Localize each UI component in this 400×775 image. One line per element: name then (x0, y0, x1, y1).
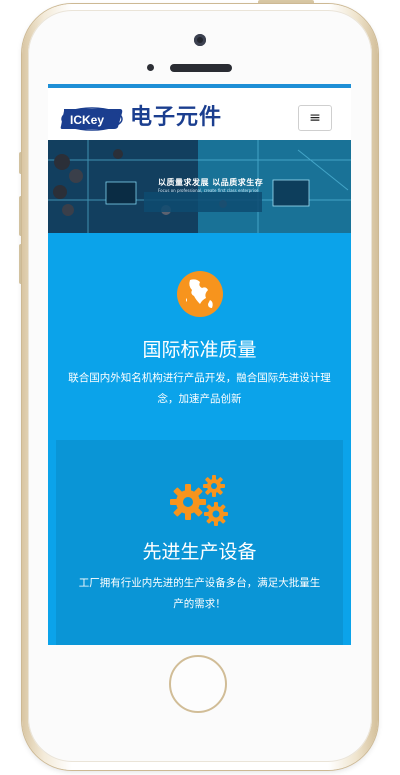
feature-title: 先进生产设备 (142, 541, 257, 563)
logo-icon[interactable]: ICKey (60, 105, 124, 131)
earpiece-speaker (170, 64, 232, 72)
front-camera (194, 34, 206, 46)
site-header: ICKey 电子元件 ≡ (48, 88, 351, 140)
gears-icon (169, 475, 228, 526)
globe-icon (176, 271, 223, 317)
banner-subline: Focus on professional, create first clas… (158, 188, 259, 193)
feature-card-equipment: 先进生产设备 工厂拥有行业内先进的生产设备多台，满足大批量生产的需求！ (56, 440, 343, 645)
phone-screen: ICKey 电子元件 ≡ 以质量求发展 以品质求生存 Focus on prof… (48, 84, 351, 645)
features-section: 国际标准质量 联合国内外知名机构进行产品开发，融合国际先进设计理念，加速产品创新 (48, 233, 351, 645)
feature-title: 国际标准质量 (142, 339, 257, 361)
home-button[interactable] (169, 655, 227, 713)
hamburger-icon: ≡ (309, 110, 321, 126)
feature-description: 工厂拥有行业内先进的生产设备多台，满足大批量生产的需求！ (78, 577, 321, 610)
menu-button[interactable]: ≡ (298, 105, 332, 131)
feature-description: 联合国内外知名机构进行产品开发，融合国际先进设计理念，加速产品创新 (68, 372, 331, 405)
proximity-sensor (147, 64, 154, 71)
hero-banner[interactable]: 以质量求发展 以品质求生存 Focus on professional, cre… (48, 140, 351, 233)
banner-slogan: 以质量求发展 以品质求生存 (158, 178, 264, 187)
logo-text: ICKey (70, 113, 104, 127)
device-mockup: ICKey 电子元件 ≡ 以质量求发展 以品质求生存 Focus on prof… (0, 0, 400, 775)
brand-title[interactable]: 电子元件 (130, 105, 222, 131)
feature-card-quality: 国际标准质量 联合国内外知名机构进行产品开发，融合国际先进设计理念，加速产品创新 (48, 233, 351, 431)
